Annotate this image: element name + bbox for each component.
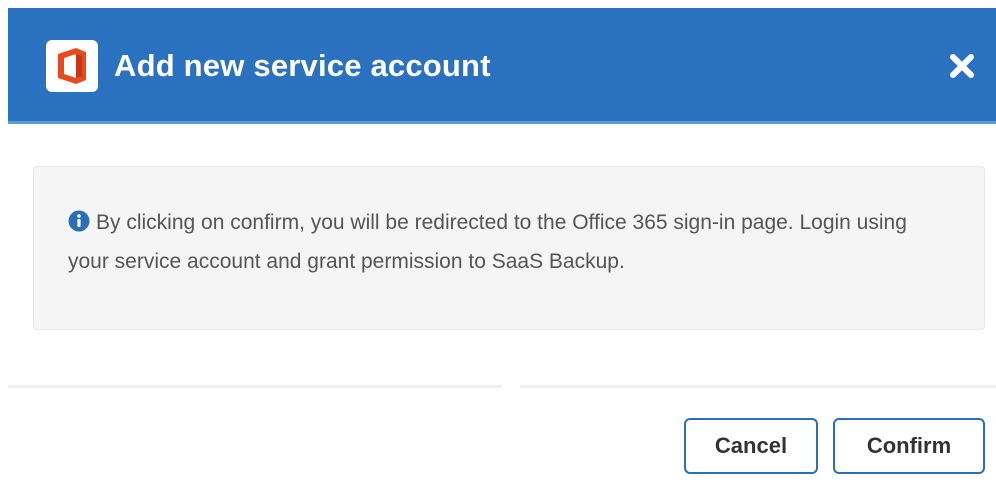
divider: [520, 385, 996, 388]
cancel-button[interactable]: Cancel: [684, 418, 818, 474]
confirm-button[interactable]: Confirm: [833, 418, 985, 474]
dialog-header: Add new service account: [8, 8, 996, 124]
office-logo-icon: [46, 40, 98, 92]
info-panel: By clicking on confirm, you will be redi…: [33, 166, 985, 330]
info-message: By clicking on confirm, you will be redi…: [68, 203, 948, 281]
info-icon: [68, 206, 90, 232]
info-message-text: By clicking on confirm, you will be redi…: [68, 211, 907, 273]
add-service-account-dialog: Add new service account By clicking on c…: [0, 0, 996, 494]
divider: [8, 385, 502, 388]
dialog-title: Add new service account: [114, 48, 491, 83]
close-icon[interactable]: [944, 48, 980, 84]
